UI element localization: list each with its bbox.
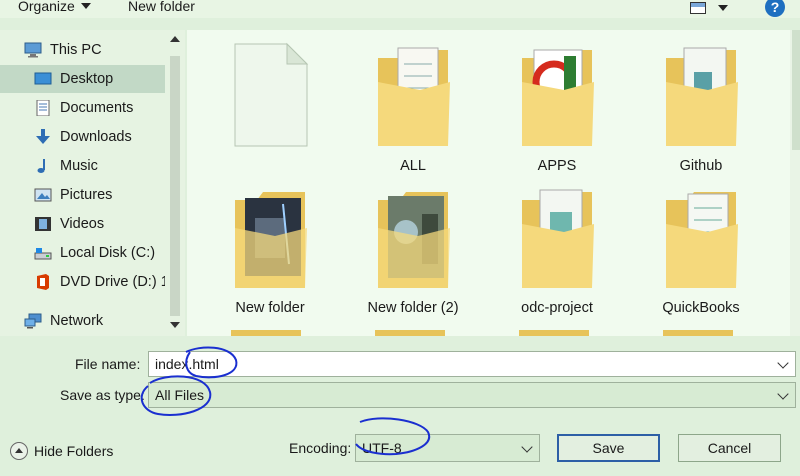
cancel-button[interactable]: Cancel [678, 434, 781, 462]
scrollbar-thumb[interactable] [792, 30, 800, 150]
office-disc-icon [37, 274, 49, 290]
nav-label: This PC [50, 42, 102, 58]
nav-item-music[interactable]: Music [0, 152, 165, 180]
blank-file-icon [234, 42, 309, 147]
scroll-up-icon[interactable] [170, 36, 180, 42]
film-icon [35, 217, 51, 231]
view-icon [690, 2, 706, 14]
dropdown-arrow-icon [718, 5, 728, 11]
nav-item-dvd-drive[interactable]: DVD Drive (D:) 16 [0, 268, 165, 296]
nav-item-desktop[interactable]: Desktop [0, 65, 165, 93]
file-label: QuickBooks [662, 300, 740, 316]
chevron-down-icon[interactable] [777, 388, 789, 400]
file-label: ALL [400, 158, 426, 174]
file-item-blank[interactable] [205, 42, 335, 182]
folder-new-folder[interactable]: New folder [205, 184, 335, 324]
organize-button[interactable]: Organize [18, 0, 91, 14]
nav-item-network[interactable]: Network [0, 307, 165, 335]
monitor-icon [24, 42, 42, 58]
encoding-label: Encoding: [289, 440, 352, 456]
nav-item-pictures[interactable]: Pictures [0, 181, 165, 209]
organize-label: Organize [18, 0, 75, 14]
file-name-field[interactable]: index.html [148, 351, 796, 377]
scrollbar-thumb[interactable] [170, 56, 180, 316]
pictures-icon [34, 188, 52, 202]
help-icon[interactable]: ? [765, 0, 785, 17]
file-name-value: index.html [155, 356, 219, 372]
new-folder-button[interactable]: New folder [128, 0, 195, 14]
hide-folders-button[interactable]: Hide Folders [10, 442, 113, 460]
nav-item-downloads[interactable]: Downloads [0, 123, 165, 151]
chevron-up-icon [10, 442, 28, 460]
file-label: APPS [537, 158, 577, 174]
nav-label: Network [50, 313, 104, 329]
save-button[interactable]: Save [557, 434, 660, 462]
desktop-icon [34, 72, 52, 85]
folder-apps-icon [522, 49, 594, 146]
nav-label: Local Disk (C:) [60, 245, 156, 261]
folder-photo-icon [378, 192, 450, 288]
folder-documents-icon [666, 47, 738, 146]
view-options-button[interactable] [690, 0, 728, 16]
nav-label: Documents [60, 100, 134, 116]
folder-github[interactable]: Github [636, 42, 766, 182]
drive-icon [34, 248, 52, 260]
file-name-label: File name: [75, 356, 141, 372]
file-label: Github [679, 158, 723, 174]
nav-label: Downloads [60, 129, 132, 145]
dropdown-arrow-icon [80, 3, 91, 9]
save-type-value: All Files [155, 387, 205, 403]
scroll-down-icon[interactable] [170, 322, 180, 328]
navigation-pane: This PC Desktop Documents Downloads Musi… [0, 30, 185, 336]
nav-item-documents[interactable]: Documents [0, 94, 165, 122]
file-label: New folder (2) [367, 300, 459, 316]
chevron-down-icon[interactable] [521, 441, 533, 453]
folder-apps[interactable]: APPS [492, 42, 622, 182]
network-icon [24, 313, 42, 329]
encoding-select[interactable]: UTF-8 [355, 434, 540, 462]
nav-label: Videos [60, 216, 105, 232]
file-list: ALL APPS Github New folder New folder (2… [187, 30, 790, 336]
nav-label: Music [60, 158, 98, 174]
nav-item-this-pc[interactable]: This PC [0, 36, 165, 64]
folder-quickbooks[interactable]: QuickBooks [636, 184, 766, 324]
folder-documents-icon [378, 47, 450, 146]
folder-dark-icon [235, 192, 307, 288]
encoding-value: UTF-8 [362, 440, 402, 456]
save-form: File name: index.html Save as type: All … [0, 336, 800, 476]
folder-all[interactable]: ALL [348, 42, 478, 182]
folder-documents-icon [666, 192, 738, 288]
music-note-icon [37, 159, 45, 173]
nav-label: Desktop [60, 71, 114, 87]
nav-item-videos[interactable]: Videos [0, 210, 165, 238]
nav-scrollbar[interactable] [165, 30, 185, 336]
content-scrollbar[interactable] [790, 30, 800, 336]
nav-label: DVD Drive (D:) 16 [60, 274, 165, 290]
nav-item-local-disk[interactable]: Local Disk (C:) [0, 239, 165, 267]
documents-icon [36, 100, 50, 116]
chevron-down-icon[interactable] [777, 357, 789, 369]
nav-label: Pictures [60, 187, 113, 203]
save-type-label: Save as type: [60, 387, 145, 403]
folder-new-folder-2[interactable]: New folder (2) [348, 184, 478, 324]
save-type-select[interactable]: All Files [148, 382, 796, 408]
file-label: odc-project [521, 300, 593, 316]
toolbar: Organize New folder ? [0, 0, 800, 18]
folder-odc-project[interactable]: odc-project [492, 184, 622, 324]
download-arrow-icon [36, 129, 50, 144]
hide-folders-label: Hide Folders [34, 443, 114, 459]
file-label: New folder [235, 300, 305, 316]
folder-documents-icon [522, 189, 594, 288]
